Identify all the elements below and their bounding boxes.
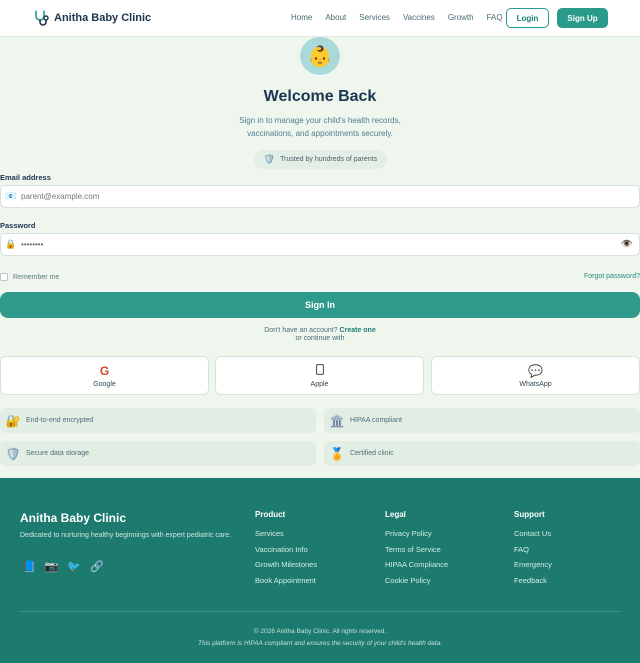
- footer-note: This platform is HIPAA compliant and ens…: [197, 640, 443, 647]
- remember-label: Remember me: [13, 273, 60, 281]
- nav-growth[interactable]: Growth: [448, 13, 474, 22]
- password-field-wrapper: 🔒 👁️: [0, 233, 640, 256]
- badge-label: End-to-end encrypted: [26, 417, 94, 424]
- medal-icon: 🏅: [329, 446, 345, 461]
- footer-link[interactable]: Emergency: [514, 560, 552, 569]
- footer-description: Dedicated to nurturing healthy beginning…: [20, 532, 231, 539]
- footer-link[interactable]: Privacy Policy: [385, 529, 448, 538]
- trust-badge: 🛡️ Trusted by hundreds of parents: [254, 150, 387, 169]
- footer-link[interactable]: Book Appointment: [255, 576, 317, 585]
- shield-icon: 🛡️: [263, 154, 276, 164]
- create-account-link[interactable]: Create one: [340, 327, 376, 334]
- site-footer: Anitha Baby Clinic Dedicated to nurturin…: [0, 478, 640, 663]
- footer-link[interactable]: FAQ: [514, 545, 552, 554]
- trust-text: Trusted by hundreds of parents: [280, 156, 378, 163]
- badge-label: Secure data storage: [26, 450, 90, 457]
- footer-copyright: © 2026 Anitha Baby Clinic. All rights re…: [253, 628, 387, 635]
- whatsapp-button[interactable]: 💬 WhatsApp: [431, 356, 640, 395]
- apple-button[interactable]: Apple: [215, 356, 424, 395]
- remember-me[interactable]: Remember me: [0, 273, 59, 281]
- footer-divider: [20, 611, 620, 612]
- camera-icon[interactable]: 📷: [45, 560, 59, 573]
- apple-icon: [315, 363, 324, 378]
- badge-storage: 🛡️ Secure data storage: [0, 441, 316, 466]
- badge-encrypted: 🔐 End-to-end encrypted: [0, 408, 316, 433]
- footer-link[interactable]: Services: [255, 529, 317, 538]
- footer-col-title: Support: [514, 510, 545, 519]
- nav-vaccines[interactable]: Vaccines: [403, 13, 435, 22]
- main-nav: Home About Services Vaccines Growth FAQ: [291, 13, 516, 22]
- footer-link[interactable]: Contact Us: [514, 529, 552, 538]
- footer-link[interactable]: Vaccination Info: [255, 545, 317, 554]
- badge-label: HIPAA compliant: [350, 417, 403, 424]
- apple-label: Apple: [310, 380, 329, 388]
- badge-certified: 🏅 Certified clinic: [324, 441, 640, 466]
- email-field[interactable]: [21, 192, 639, 201]
- brand-name: Anitha Baby Clinic: [54, 12, 152, 24]
- institution-icon: 🏛️: [329, 413, 345, 428]
- nav-services[interactable]: Services: [359, 13, 390, 22]
- eye-icon[interactable]: 👁️: [621, 239, 633, 250]
- google-button[interactable]: G Google: [0, 356, 209, 395]
- footer-col-title: Legal: [385, 510, 406, 519]
- site-header: Anitha Baby Clinic Home About Services V…: [0, 0, 640, 37]
- continue-with-text: or continue with: [295, 335, 345, 342]
- footer-col-support: Support Contact Us FAQ Emergency Feedbac…: [514, 510, 552, 591]
- no-account-label: Don't have an account?: [264, 327, 338, 334]
- google-label: Google: [93, 380, 116, 388]
- footer-social-links: 📘 📷 🐦 🔗: [22, 560, 104, 573]
- password-label: Password: [0, 221, 36, 230]
- shield-icon: 🛡️: [5, 446, 21, 461]
- email-icon: 📧: [5, 191, 17, 201]
- lock-icon: 🔒: [5, 239, 17, 249]
- password-field[interactable]: [21, 240, 639, 249]
- remember-checkbox[interactable]: [0, 273, 8, 281]
- baby-icon: 👶: [300, 37, 340, 75]
- forgot-password-link[interactable]: Forgot password?: [584, 273, 640, 280]
- footer-col-product: Product Services Vaccination Info Growth…: [255, 510, 317, 591]
- bird-icon[interactable]: 🐦: [67, 560, 81, 573]
- email-label: Email address: [0, 173, 51, 182]
- whatsapp-label: WhatsApp: [519, 380, 552, 388]
- footer-link[interactable]: Terms of Service: [385, 545, 448, 554]
- email-field-wrapper: 📧: [0, 185, 640, 208]
- page-title: Welcome Back: [263, 88, 377, 105]
- footer-col-legal: Legal Privacy Policy Terms of Service HI…: [385, 510, 448, 591]
- google-icon: G: [99, 363, 110, 378]
- nav-about[interactable]: About: [325, 13, 346, 22]
- signup-button[interactable]: Sign Up: [557, 8, 608, 28]
- footer-link[interactable]: Cookie Policy: [385, 576, 448, 585]
- whatsapp-icon: 💬: [528, 363, 543, 378]
- footer-link[interactable]: Feedback: [514, 576, 552, 585]
- nav-home[interactable]: Home: [291, 13, 312, 22]
- stethoscope-icon: [33, 9, 49, 27]
- badge-label: Certified clinic: [350, 450, 394, 457]
- link-icon[interactable]: 🔗: [90, 560, 104, 573]
- signin-button[interactable]: Sign In: [0, 292, 640, 318]
- page-subtitle: Sign in to manage your child's health re…: [239, 116, 401, 138]
- lock-key-icon: 🔐: [5, 413, 21, 428]
- nav-faq[interactable]: FAQ: [487, 13, 503, 22]
- footer-col-title: Product: [255, 510, 286, 519]
- footer-brand: Anitha Baby Clinic: [20, 511, 127, 525]
- facebook-icon[interactable]: 📘: [22, 560, 36, 573]
- brand[interactable]: Anitha Baby Clinic: [33, 9, 151, 27]
- no-account-text: Don't have an account? Create one: [0, 327, 640, 334]
- footer-link[interactable]: Growth Milestones: [255, 560, 317, 569]
- badge-hipaa: 🏛️ HIPAA compliant: [324, 408, 640, 433]
- footer-link[interactable]: HIPAA Compliance: [385, 560, 448, 569]
- login-button[interactable]: Login: [506, 8, 549, 28]
